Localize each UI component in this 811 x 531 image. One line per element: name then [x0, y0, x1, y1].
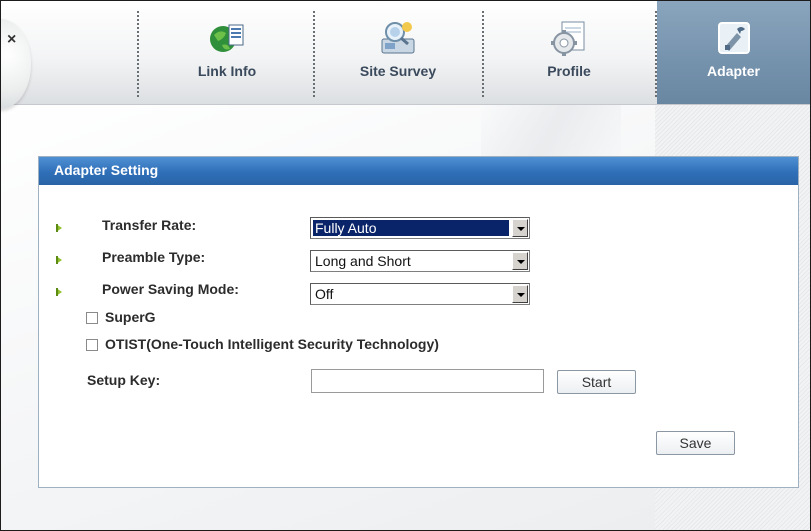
otist-checkbox[interactable]: [86, 339, 98, 351]
tab-label: Adapter: [707, 63, 760, 79]
preamble-type-value: Long and Short: [315, 253, 411, 269]
dropdown-arrow-icon[interactable]: [512, 252, 528, 270]
otist-label: OTIST(One-Touch Intelligent Security Tec…: [105, 336, 439, 352]
adapter-setting-panel: Adapter Setting Transfer Rate: Fully Aut…: [38, 156, 799, 488]
preamble-type-select[interactable]: Long and Short: [310, 250, 530, 272]
nav-separator: [137, 11, 139, 97]
bullet-arrow-icon: [56, 288, 62, 296]
superg-checkbox[interactable]: [86, 312, 98, 324]
dropdown-arrow-icon[interactable]: [512, 219, 528, 237]
tab-link-info[interactable]: Link Info: [141, 1, 313, 104]
network-search-icon: [379, 19, 417, 57]
tab-adapter[interactable]: Adapter: [657, 1, 810, 104]
logo-mark: ×: [7, 31, 17, 48]
setup-key-input[interactable]: [311, 369, 544, 393]
superg-label: SuperG: [105, 309, 156, 325]
utility-window: × Link Info Site Survey Profile Adapter …: [0, 0, 811, 531]
save-button[interactable]: Save: [656, 431, 735, 455]
top-navigation: × Link Info Site Survey Profile Adapter: [1, 1, 810, 109]
bullet-arrow-icon: [56, 224, 62, 232]
preamble-type-label: Preamble Type:: [102, 249, 206, 265]
power-saving-mode-select[interactable]: Off: [310, 283, 530, 305]
power-saving-mode-label: Power Saving Mode:: [102, 281, 239, 297]
panel-title: Adapter Setting: [54, 162, 159, 178]
panel-header: Adapter Setting: [39, 157, 798, 185]
start-button[interactable]: Start: [557, 370, 636, 394]
dropdown-arrow-icon[interactable]: [512, 285, 528, 303]
gear-document-icon: [550, 19, 588, 57]
tab-label: Link Info: [197, 63, 257, 79]
transfer-rate-select[interactable]: Fully Auto: [310, 217, 530, 239]
tab-label: Profile: [547, 63, 591, 79]
bullet-arrow-icon: [56, 256, 62, 264]
globe-document-icon: [208, 19, 246, 57]
adapter-card-icon: [715, 19, 753, 57]
tab-profile[interactable]: Profile: [484, 1, 654, 104]
setup-key-label: Setup Key:: [87, 372, 161, 388]
tab-site-survey[interactable]: Site Survey: [315, 1, 481, 104]
transfer-rate-label: Transfer Rate:: [102, 217, 197, 233]
transfer-rate-value: Fully Auto: [313, 220, 509, 236]
power-saving-mode-value: Off: [315, 286, 334, 302]
tab-label: Site Survey: [359, 63, 437, 79]
